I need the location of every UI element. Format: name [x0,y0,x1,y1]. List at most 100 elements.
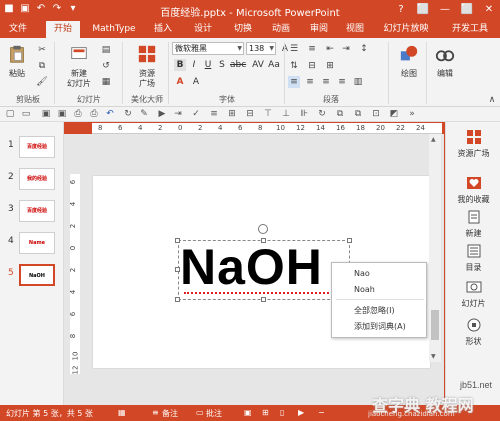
collapse-ribbon-icon[interactable]: ∧ [486,94,498,106]
numbering-icon[interactable]: ≡ [306,43,318,55]
save-icon[interactable]: ▣ [40,108,52,120]
ignore-all-item[interactable]: 全部忽略(I) [354,305,395,316]
comments-icon[interactable]: ▭ [196,408,204,417]
new-file-icon[interactable]: ▢ [4,108,16,120]
new-slide-button[interactable]: 新建 幻灯片 [62,44,96,89]
font-family-select[interactable]: 微软雅黑 ▼ [172,42,244,55]
underline-button[interactable]: U [202,59,214,71]
slide-thumbnail[interactable]: 我的经验 [19,168,55,190]
close-button[interactable]: ✕ [478,0,500,20]
tab-file[interactable]: 文件 [0,21,36,38]
slide-text[interactable]: NaOH [180,238,323,296]
normal-view-icon[interactable]: ▣ [244,408,252,417]
scroll-down-icon[interactable]: ▼ [431,353,436,360]
arrange-icon[interactable]: ⊞ [226,108,238,120]
columns-icon[interactable]: ▥ [352,76,364,88]
vertical-scrollbar[interactable]: ▲ ▼ [429,134,441,362]
tab-review[interactable]: 审阅 [304,21,334,38]
more-icon[interactable]: » [406,108,418,120]
tab-home[interactable]: 开始 [46,21,80,38]
help-button[interactable]: ? [390,0,412,20]
resize-handle[interactable] [175,297,180,302]
align-icon[interactable]: ≡ [208,108,220,120]
font-size-select[interactable]: 138 ▼ [246,42,276,55]
drawing-button[interactable]: 绘图 [394,44,424,79]
editing-button[interactable]: 编辑 [430,44,460,79]
my-favorites-item[interactable]: 我的收藏 [446,176,500,205]
cut-icon[interactable]: ✂ [36,44,48,56]
indent-icon[interactable]: ⇥ [172,108,184,120]
tab-transitions[interactable]: 切换 [228,21,258,38]
redo-icon[interactable]: ↻ [122,108,134,120]
align-right-icon[interactable]: ≡ [320,76,332,88]
scroll-up-icon[interactable]: ▲ [431,136,436,143]
tab-slideshow[interactable]: 幻灯片放映 [378,21,434,38]
comments-button[interactable]: 批注 [206,408,222,419]
tab-design[interactable]: 设计 [188,21,218,38]
shadow-button[interactable]: S [216,59,228,71]
char-spacing-button[interactable]: AV [252,59,264,71]
tab-animations[interactable]: 动画 [266,21,296,38]
slide-thumbnail[interactable]: 百度经验 [19,136,55,158]
suggestion-item[interactable]: Noah [354,285,375,294]
justify-icon[interactable]: ≡ [336,76,348,88]
font-color-button[interactable]: A [174,76,186,88]
resize-handle[interactable] [261,297,266,302]
save-as-icon[interactable]: ▣ [56,108,68,120]
new-item[interactable]: 新建 [446,210,500,239]
align-center-icon[interactable]: ≡ [304,76,316,88]
distribute-icon[interactable]: ⊪ [298,108,310,120]
line-spacing-icon[interactable]: ↕ [358,43,370,55]
layout-icon[interactable]: ▤ [100,44,112,56]
spell-icon[interactable]: ✓ [190,108,202,120]
resource-square-button[interactable]: 资源 广场 [130,44,164,89]
slide-thumbnail-active[interactable]: NaOH [19,264,55,286]
spell-status-icon[interactable]: ▦ [118,408,126,417]
suggestion-item[interactable]: Nao [354,269,370,278]
format-painter-icon[interactable]: 🖌 [36,76,48,88]
shape-fill-icon[interactable]: ◩ [388,108,400,120]
paste-button[interactable]: 粘贴 [4,44,30,79]
smartart-icon[interactable]: ⊞ [324,60,336,72]
section-icon[interactable]: ▦ [100,76,112,88]
decrease-indent-icon[interactable]: ⇤ [324,43,336,55]
open-folder-icon[interactable]: ▭ [20,108,32,120]
bullets-icon[interactable]: ☰ [288,43,300,55]
toc-item[interactable]: 目录 [446,244,500,273]
sorter-view-icon[interactable]: ⊞ [262,408,269,417]
tab-view[interactable]: 视图 [340,21,370,38]
zoom-out-icon[interactable]: − [318,408,325,417]
align-top-icon[interactable]: ⊤ [262,108,274,120]
rotate-handle-icon[interactable] [258,224,268,234]
add-to-dictionary-item[interactable]: 添加到词典(A) [354,321,406,332]
resource-square-item[interactable]: 资源广场 [446,130,500,159]
copy-icon[interactable]: ⧉ [36,60,48,72]
reset-icon[interactable]: ↺ [100,60,112,72]
shapes-item[interactable]: 形状 [446,318,500,347]
tab-developer[interactable]: 开发工具 [444,21,496,38]
italic-button[interactable]: I [188,59,200,71]
strikethrough-button[interactable]: abc [230,59,246,71]
clear-format-button[interactable]: A [190,76,202,88]
undo-icon[interactable]: ↶ [104,108,116,120]
change-case-button[interactable]: Aa [268,59,280,71]
slideshow-icon[interactable]: ▶ [156,108,168,120]
print-preview-icon[interactable]: ⎙ [72,108,84,120]
format-painter-icon[interactable]: ✎ [138,108,150,120]
align-text-icon[interactable]: ⊟ [306,60,318,72]
tab-mathtype[interactable]: MathType [88,21,140,38]
slide-thumbnail[interactable]: Name [19,232,55,254]
ribbon-display-button[interactable]: ⬜ [412,0,434,20]
print-icon[interactable]: ⎙ [88,108,100,120]
reading-view-icon[interactable]: ▯ [280,408,284,417]
tab-insert[interactable]: 插入 [148,21,178,38]
slides-item[interactable]: 幻灯片 [446,280,500,309]
minimize-button[interactable]: — [434,0,456,20]
align-left-icon[interactable]: ≡ [288,76,300,88]
crop-icon[interactable]: ⊡ [370,108,382,120]
bold-button[interactable]: B [174,59,186,71]
increase-indent-icon[interactable]: ⇥ [340,43,352,55]
align-middle-icon[interactable]: ⊥ [280,108,292,120]
slideshow-view-icon[interactable]: ▶ [298,408,304,417]
group-icon[interactable]: ⊟ [244,108,256,120]
